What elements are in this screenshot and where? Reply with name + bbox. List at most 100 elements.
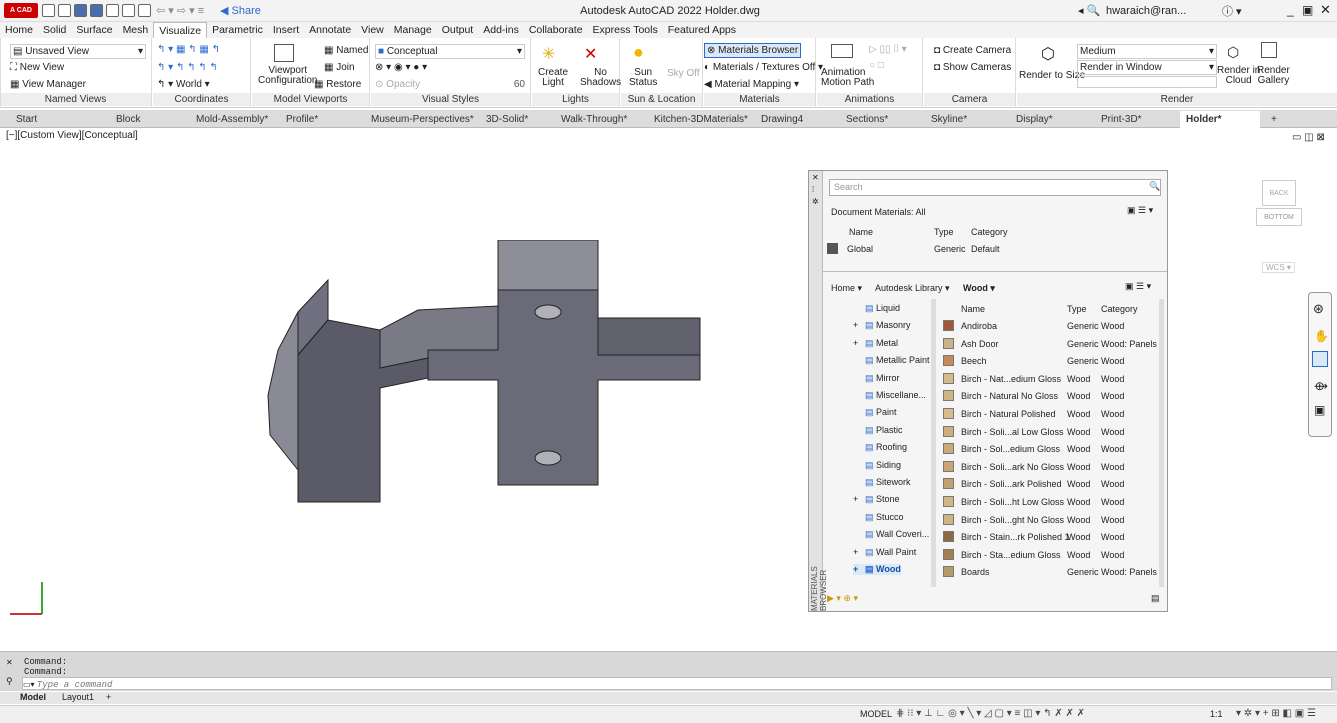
doc-col-name[interactable]: Name: [849, 227, 873, 237]
material-name[interactable]: Boards: [961, 567, 990, 577]
view-cube[interactable]: BACK BOTTOM WCS ▾: [1232, 170, 1332, 280]
layout-tab-model[interactable]: Model: [20, 692, 46, 702]
doc-tab-profile[interactable]: Profile*: [280, 111, 324, 128]
doc-tab-walk-through[interactable]: Walk-Through*: [555, 111, 633, 128]
share-button[interactable]: ◀ Share: [220, 4, 261, 17]
tab-featured-apps[interactable]: Featured Apps: [663, 22, 741, 38]
named-viewports-button[interactable]: ▦ Named: [324, 45, 368, 56]
doc-tab-sections[interactable]: Sections*: [840, 111, 894, 128]
undo-icon[interactable]: ⇦ ▾ ⇨ ▾ ≡: [156, 4, 204, 17]
doc-tab-holder[interactable]: Holder*: [1180, 111, 1260, 128]
tab-output[interactable]: Output: [437, 22, 479, 38]
new-view-button[interactable]: ⛶ New View: [10, 62, 64, 73]
help-icon[interactable]: ⓘ ▾: [1222, 3, 1242, 19]
ucs-icons[interactable]: ↰ ▾ ▦ ↰ ▦ ↰: [157, 44, 220, 55]
layout-tab-layout1[interactable]: Layout1: [62, 692, 94, 702]
material-name[interactable]: Birch - Soli...ark Polished: [961, 479, 1062, 489]
tree-item[interactable]: ▤ Metallic Paint: [853, 355, 930, 366]
opacity-slider[interactable]: ⊙ Opacity 60: [375, 79, 525, 90]
material-name[interactable]: Birch - Soli...al Low Gloss: [961, 427, 1064, 437]
material-name[interactable]: Birch - Natural Polished: [961, 409, 1056, 419]
palette-autohide-icon[interactable]: ⁞: [812, 185, 814, 194]
tab-parametric[interactable]: Parametric: [207, 22, 268, 38]
render-to-size-button[interactable]: Render to Size: [1019, 70, 1085, 81]
tab-surface[interactable]: Surface: [71, 22, 117, 38]
render-in-dropdown[interactable]: Render in Window ▾: [1077, 60, 1217, 75]
steering-wheel-icon[interactable]: ⊛: [1313, 301, 1324, 317]
command-close-icon[interactable]: ✕: [6, 658, 13, 667]
tab-manage[interactable]: Manage: [389, 22, 437, 38]
doc-tab-print-3d[interactable]: Print-3D*: [1095, 111, 1148, 128]
view-cube-face[interactable]: BOTTOM: [1256, 208, 1302, 226]
tree-item[interactable]: + ▤ Wall Paint: [853, 547, 916, 558]
doc-tab-block[interactable]: Block: [110, 111, 146, 128]
tree-scrollbar[interactable]: [931, 299, 936, 587]
tree-item[interactable]: ▤ Paint: [853, 407, 897, 418]
sun-status-button[interactable]: Sun Status: [629, 68, 657, 88]
create-camera-button[interactable]: ◘ Create Camera: [934, 45, 1011, 56]
doc-view-options-icon[interactable]: ▣ ☰ ▾: [1127, 205, 1153, 216]
library-view-options-icon[interactable]: ▣ ☰ ▾: [1125, 281, 1151, 292]
material-name[interactable]: Ash Door: [961, 339, 999, 349]
tree-item[interactable]: ▤ Siding: [853, 460, 901, 471]
tree-item[interactable]: ▤ Stucco: [853, 512, 904, 523]
tab-express-tools[interactable]: Express Tools: [588, 22, 663, 38]
visual-style-dropdown[interactable]: ■ Conceptual ▾: [375, 44, 525, 59]
material-name[interactable]: Birch - Soli...ark No Gloss: [961, 462, 1064, 472]
tab-addins[interactable]: Add-ins: [478, 22, 524, 38]
tree-expander[interactable]: +: [853, 547, 865, 557]
tree-expander[interactable]: +: [853, 564, 865, 574]
search-icon[interactable]: ◂ 🔍: [1078, 4, 1100, 17]
library-category-dropdown[interactable]: Wood ▾: [963, 283, 995, 294]
material-name[interactable]: Birch - Sta...edium Gloss: [961, 550, 1061, 560]
doc-row-name[interactable]: Global: [847, 244, 873, 254]
app-logo-icon[interactable]: A CAD: [4, 3, 38, 18]
tree-item[interactable]: ▤ Miscellane...: [853, 390, 926, 401]
unsaved-view-dropdown[interactable]: ▤ Unsaved View ▾: [10, 44, 146, 59]
tree-item[interactable]: ▤ Wall Coveri...: [853, 529, 929, 540]
save-as-icon[interactable]: [90, 4, 103, 17]
lib-col-name[interactable]: Name: [961, 304, 985, 314]
material-search-input[interactable]: Search: [829, 179, 1161, 196]
material-name[interactable]: Birch - Natural No Gloss: [961, 391, 1058, 401]
doc-tab-skyline[interactable]: Skyline*: [925, 111, 973, 128]
tab-mesh[interactable]: Mesh: [118, 22, 154, 38]
doc-tab-start[interactable]: Start: [10, 111, 43, 128]
pan-icon[interactable]: ✋: [1314, 329, 1329, 343]
doc-tab-display[interactable]: Display*: [1010, 111, 1059, 128]
palette-close-icon[interactable]: ✕: [812, 173, 819, 182]
model-space-button[interactable]: MODEL: [860, 709, 892, 719]
library-home-button[interactable]: Home ▾: [831, 283, 862, 294]
material-name[interactable]: Birch - Soli...ht Low Gloss: [961, 497, 1064, 507]
doc-col-type[interactable]: Type: [934, 227, 954, 237]
close-button[interactable]: ✕: [1320, 2, 1331, 18]
material-name[interactable]: Beech: [961, 356, 987, 366]
viewport-config-icon[interactable]: [274, 44, 294, 62]
sky-off-button[interactable]: Sky Off: [667, 68, 700, 79]
material-name[interactable]: Birch - Stain...rk Polished 1: [961, 532, 1070, 542]
doc-tab-mold-assembly[interactable]: Mold-Assembly*: [190, 111, 274, 128]
tree-expander[interactable]: +: [853, 320, 865, 330]
layout-add-button[interactable]: +: [106, 692, 111, 702]
viewport-controls-label[interactable]: [−][Custom View][Conceptual]: [6, 130, 138, 141]
restore-button[interactable]: ▣: [1302, 3, 1313, 17]
material-name[interactable]: Andiroba: [961, 321, 997, 331]
ucs-world-dropdown[interactable]: ↰ ▾ World ▾: [157, 79, 210, 90]
render-quality-dropdown[interactable]: Medium ▾: [1077, 44, 1217, 59]
open-web-icon[interactable]: [106, 4, 119, 17]
palette-properties-icon[interactable]: ✲: [812, 197, 819, 206]
tab-insert[interactable]: Insert: [268, 22, 304, 38]
materials-browser-button[interactable]: ⊗ Materials Browser: [704, 43, 802, 58]
viewport-config-button[interactable]: Viewport Configuration: [258, 66, 317, 86]
material-mapping-button[interactable]: ◀ Material Mapping ▾: [704, 79, 799, 90]
print-icon[interactable]: [138, 4, 151, 17]
orbit-icon[interactable]: ⟴: [1314, 379, 1328, 393]
material-name[interactable]: Birch - Nat...edium Gloss: [961, 374, 1061, 384]
tree-item[interactable]: ▤ Liquid: [853, 303, 900, 314]
zoom-icon[interactable]: [1312, 351, 1328, 367]
material-name[interactable]: Birch - Sol...edium Gloss: [961, 444, 1060, 454]
animation-controls[interactable]: ▷ ▯▯ ⁞⁞ ▾: [869, 44, 907, 55]
status-toggles-2[interactable]: ▾ ✲ ▾ + ⊞ ◧ ▣ ☰: [1236, 708, 1316, 719]
doc-tab-drawing4[interactable]: Drawing4: [755, 111, 809, 128]
new-icon[interactable]: [42, 4, 55, 17]
